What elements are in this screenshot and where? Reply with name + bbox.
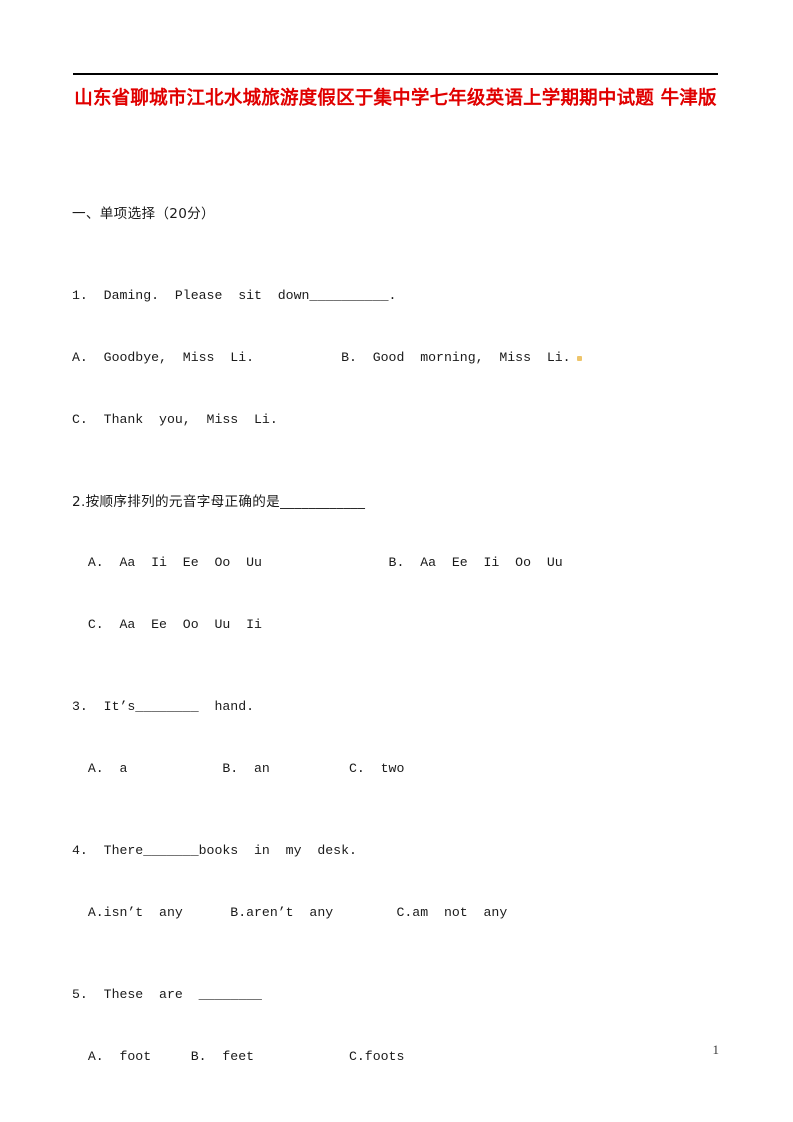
scan-artifact-mark [576, 355, 582, 361]
section-heading: 一、单项选择（20分） [72, 206, 215, 223]
exam-body: 一、单项选择（20分） 1. Daming. Please sit down__… [72, 163, 732, 1122]
question-stem: 3. It’s________ hand. [72, 699, 255, 715]
question-option-line: A. Goodbye, Miss Li. B. Good morning, Mi… [72, 348, 732, 369]
exam-paper-page: 山东省聊城市江北水城旅游度假区于集中学七年级英语上学期期中试题 牛津版 一、单项… [0, 0, 793, 1122]
page-title: 山东省聊城市江北水城旅游度假区于集中学七年级英语上学期期中试题 牛津版 [74, 88, 717, 109]
question-stem: 4. There_______books in my desk. [72, 843, 357, 859]
question-option-line: A.isn’t any B.aren’t any C.am not any [72, 904, 508, 920]
question-option-line: A. Aa Ii Ee Oo Uu B. Aa Ee Ii Oo Uu [72, 555, 563, 571]
page-number: 1 [712, 1042, 720, 1057]
question-option-line: C. Thank you, Miss Li. [72, 411, 278, 427]
question-option-line: C. Aa Ee Oo Uu Ii [72, 617, 262, 633]
question-stem: 5. These are ________ [72, 986, 262, 1002]
option-text: A. Goodbye, Miss Li. B. Good morning, Mi… [72, 349, 571, 365]
question-stem: 1. Daming. Please sit down__________. [72, 288, 397, 304]
question-option-line: A. foot B. feet C.foots [72, 1048, 405, 1064]
question-stem: 2.按顺序排列的元音字母正确的是____________ [72, 493, 366, 510]
question-option-line: A. a B. an C. two [72, 760, 405, 776]
header-divider-rule [73, 73, 718, 75]
